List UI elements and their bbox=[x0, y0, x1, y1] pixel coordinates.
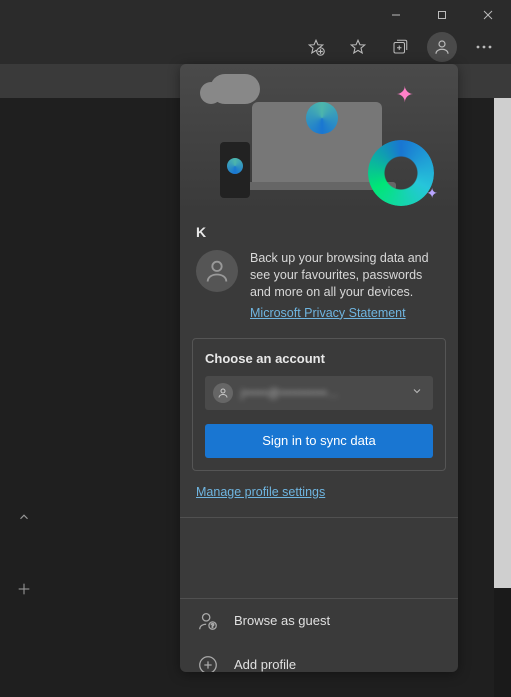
close-button[interactable] bbox=[465, 0, 511, 30]
maximize-button[interactable] bbox=[419, 0, 465, 30]
choose-account-title: Choose an account bbox=[205, 351, 433, 366]
privacy-statement-link[interactable]: Microsoft Privacy Statement bbox=[250, 305, 406, 322]
profile-button[interactable] bbox=[427, 32, 457, 62]
favorites-button[interactable] bbox=[337, 30, 379, 64]
vertical-scrollbar[interactable] bbox=[494, 98, 511, 588]
profile-avatar bbox=[196, 250, 238, 292]
sign-in-button[interactable]: Sign in to sync data bbox=[205, 424, 433, 458]
sparkle-icon: ✦ bbox=[426, 185, 438, 202]
minimize-button[interactable] bbox=[373, 0, 419, 30]
profile-flyout: ✦ ✦ K Back up your browsing data and see… bbox=[180, 64, 458, 672]
cloud-icon bbox=[210, 74, 260, 104]
phone-icon bbox=[220, 142, 250, 198]
more-button[interactable] bbox=[463, 30, 505, 64]
account-email: j•••••@••••••••••... bbox=[241, 386, 339, 400]
backup-description: Back up your browsing data and see your … bbox=[250, 251, 429, 299]
profile-name: K bbox=[196, 224, 442, 240]
window-titlebar bbox=[0, 0, 511, 30]
manage-profile-link[interactable]: Manage profile settings bbox=[196, 485, 325, 499]
browse-as-guest-label: Browse as guest bbox=[234, 613, 330, 628]
add-profile-label: Add profile bbox=[234, 657, 296, 672]
collapse-sidebar-button[interactable] bbox=[6, 499, 42, 535]
choose-account-box: Choose an account j•••••@••••••••••... S… bbox=[192, 338, 446, 471]
collections-button[interactable] bbox=[379, 30, 421, 64]
edge-logo-icon bbox=[306, 102, 338, 134]
account-avatar-icon bbox=[213, 383, 233, 403]
guest-icon: ? bbox=[196, 609, 220, 633]
add-favorite-button[interactable] bbox=[295, 30, 337, 64]
sync-ring-icon bbox=[368, 140, 434, 206]
sparkle-icon: ✦ bbox=[396, 82, 414, 108]
account-dropdown[interactable]: j•••••@••••••••••... bbox=[205, 376, 433, 410]
add-profile-button[interactable]: Add profile bbox=[180, 643, 458, 673]
sync-hero-image: ✦ ✦ bbox=[180, 64, 458, 212]
add-icon bbox=[196, 653, 220, 673]
svg-text:?: ? bbox=[211, 623, 214, 629]
chevron-down-icon bbox=[411, 384, 423, 402]
browse-as-guest-button[interactable]: ? Browse as guest bbox=[180, 599, 458, 643]
new-tab-button[interactable] bbox=[6, 571, 42, 607]
browser-toolbar bbox=[0, 30, 511, 64]
